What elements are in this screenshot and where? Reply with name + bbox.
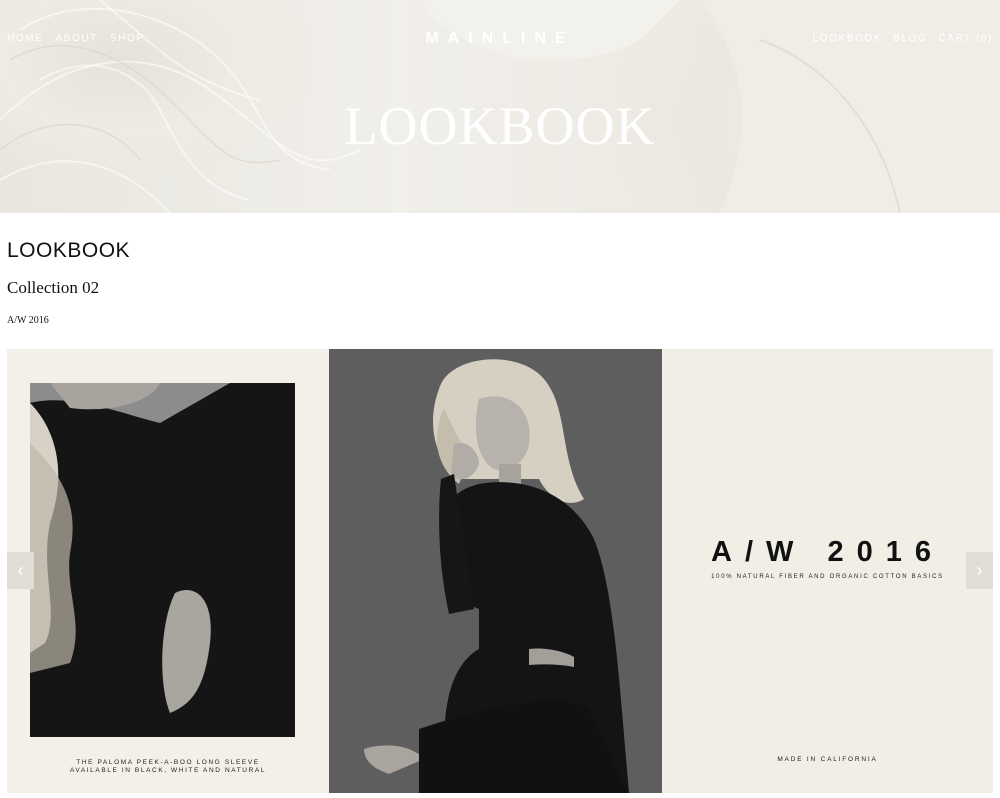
season-label: A/W 2016 <box>7 315 49 326</box>
nav-right: LOOKBOOK BLOG CART (0) <box>802 33 993 44</box>
caption-line-1: THE PALOMA PEEK-A-BOO LONG SLEEVE <box>76 759 260 766</box>
chevron-left-icon: ‹ <box>17 560 24 580</box>
season-banner-title: A/W 2016 <box>711 536 944 568</box>
gallery-prev-button[interactable]: ‹ <box>7 552 34 589</box>
hero-banner: HOME ABOUT SHOP MAINLINE LOOKBOOK BLOG CART … <box>0 0 1000 213</box>
page-title: LOOKBOOK <box>7 239 131 262</box>
product-caption: THE PALOMA PEEK-A-BOO LONG SLEEVE AVAILA… <box>7 759 329 775</box>
nav-lookbook-link[interactable]: LOOKBOOK <box>813 33 883 44</box>
collection-title: Collection 02 <box>7 278 100 297</box>
nav-cart-link[interactable]: CART (0) <box>938 33 993 44</box>
made-in-label: MADE IN CALIFORNIA <box>777 756 878 763</box>
chevron-right-icon: › <box>976 560 983 580</box>
gallery-slide-1: THE PALOMA PEEK-A-BOO LONG SLEEVE AVAILA… <box>7 349 329 793</box>
nav-blog-link[interactable]: BLOG <box>893 33 927 44</box>
caption-line-2: AVAILABLE IN BLACK, WHITE AND NATURAL <box>69 767 267 774</box>
gallery-slide-3: A/W 2016 100% NATURAL FIBER AND ORGANIC … <box>662 349 993 793</box>
product-photo-detail <box>30 383 295 737</box>
hero-title: LOOKBOOK <box>344 96 656 156</box>
gallery-next-button[interactable]: › <box>966 552 993 589</box>
model-photo <box>329 349 662 793</box>
season-banner-subtitle: 100% NATURAL FIBER AND ORGANIC COTTON BA… <box>711 574 944 580</box>
gallery-slide-2 <box>329 349 662 793</box>
